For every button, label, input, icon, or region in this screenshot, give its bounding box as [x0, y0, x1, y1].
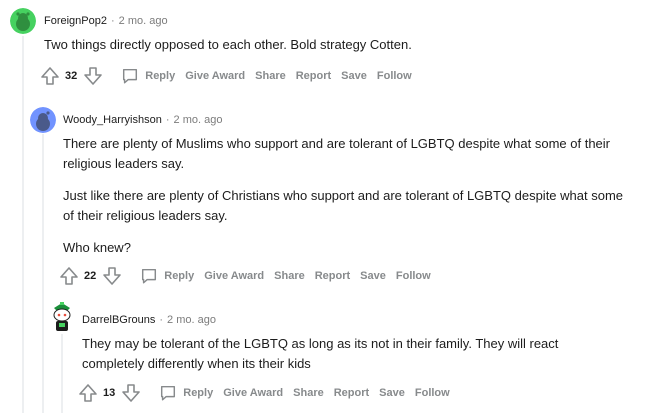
comment-actions: 13 Reply Give Award Share Report Save Fo… — [78, 381, 450, 405]
comment-paragraph: Just like there are plenty of Christians… — [63, 188, 624, 223]
separator-dot: · — [159, 314, 164, 326]
report-button[interactable]: Report — [334, 387, 369, 399]
give-award-button[interactable]: Give Award — [223, 387, 283, 399]
save-button[interactable]: Save — [379, 387, 405, 399]
follow-button[interactable]: Follow — [377, 70, 412, 82]
upvote-arrow-icon[interactable] — [59, 266, 79, 286]
comment-body: There are plenty of Muslims who support … — [63, 134, 623, 258]
reply-button[interactable]: Reply — [140, 267, 194, 285]
downvote-arrow-icon[interactable] — [121, 383, 141, 403]
snoo-avatar-icon — [53, 302, 71, 331]
upvote-arrow-icon[interactable] — [78, 383, 98, 403]
give-award-button[interactable]: Give Award — [185, 70, 245, 82]
share-button[interactable]: Share — [274, 270, 305, 282]
comment-body: Two things directly opposed to each othe… — [44, 35, 644, 55]
snoo-avatar-icon — [10, 8, 36, 34]
reply-label: Reply — [145, 70, 176, 82]
speech-bubble-icon — [161, 385, 176, 401]
comment-body: They may be tolerant of the LGBTQ as lon… — [82, 334, 602, 374]
thread-line[interactable] — [42, 134, 44, 413]
vote-score: 32 — [65, 70, 78, 82]
timestamp[interactable]: 2 mo. ago — [174, 114, 223, 126]
speech-bubble-icon — [123, 68, 138, 84]
reply-button[interactable]: Reply — [121, 67, 175, 85]
vote-box: 32 — [40, 66, 103, 86]
avatar[interactable] — [10, 8, 36, 34]
comment-paragraph: They may be tolerant of the LGBTQ as lon… — [82, 336, 559, 371]
save-button[interactable]: Save — [341, 70, 367, 82]
downvote-arrow-icon[interactable] — [102, 266, 122, 286]
separator-dot: · — [111, 15, 115, 27]
comment-paragraph: Who knew? — [63, 240, 131, 255]
save-button[interactable]: Save — [360, 270, 386, 282]
username[interactable]: Woody_Harryishson — [63, 114, 162, 126]
thread-line[interactable] — [22, 36, 24, 413]
username[interactable]: ForeignPop2 — [44, 15, 107, 27]
report-button[interactable]: Report — [315, 270, 350, 282]
vote-score: 22 — [84, 270, 97, 282]
follow-button[interactable]: Follow — [415, 387, 450, 399]
avatar[interactable] — [48, 302, 76, 334]
upvote-arrow-icon[interactable] — [40, 66, 60, 86]
vote-box: 22 — [59, 266, 122, 286]
speech-bubble-icon — [142, 268, 157, 284]
vote-box: 13 — [78, 383, 141, 403]
reply-label: Reply — [183, 387, 214, 399]
follow-button[interactable]: Follow — [396, 270, 431, 282]
reply-label: Reply — [164, 270, 195, 282]
comment-paragraph: Two things directly opposed to each othe… — [44, 37, 412, 52]
share-button[interactable]: Share — [255, 70, 286, 82]
separator-dot: · — [165, 114, 170, 126]
report-button[interactable]: Report — [296, 70, 331, 82]
downvote-arrow-icon[interactable] — [83, 66, 103, 86]
snoo-avatar-icon — [30, 107, 56, 133]
comment-actions: 32 Reply Give Award Share Report Save Fo… — [40, 64, 412, 88]
give-award-button[interactable]: Give Award — [204, 270, 264, 282]
reply-button[interactable]: Reply — [159, 384, 213, 402]
comment-paragraph: There are plenty of Muslims who support … — [63, 136, 610, 171]
vote-score: 13 — [103, 387, 116, 399]
username[interactable]: DarrelBGrouns — [82, 314, 155, 326]
timestamp[interactable]: 2 mo. ago — [119, 15, 168, 27]
timestamp[interactable]: 2 mo. ago — [167, 314, 216, 326]
thread-line[interactable] — [61, 334, 63, 413]
comment-actions: 22 Reply Give Award Share Report Save Fo… — [59, 264, 431, 288]
share-button[interactable]: Share — [293, 387, 324, 399]
avatar[interactable] — [30, 107, 56, 133]
